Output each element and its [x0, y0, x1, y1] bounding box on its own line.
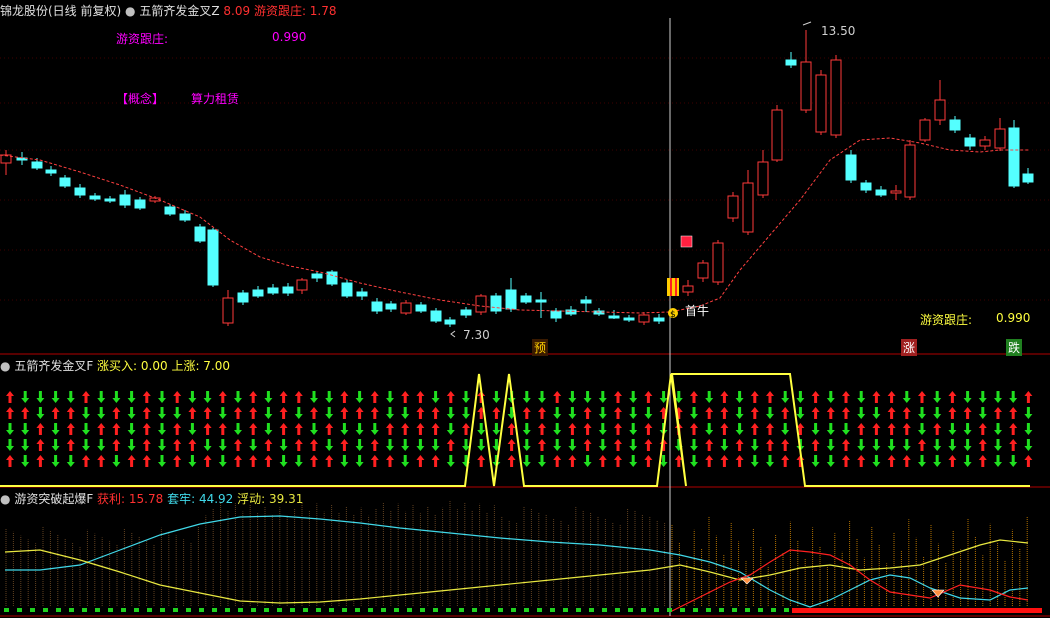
candle-body [282, 286, 294, 294]
candle-body [490, 295, 502, 312]
candle-body [785, 59, 797, 66]
candle-body [608, 315, 620, 319]
candle-body [430, 310, 442, 322]
candle-body [179, 213, 191, 221]
bottom-right-label: 游资跟庄: [920, 313, 973, 327]
candle-body [311, 273, 323, 279]
high-price-label: 13.50 [821, 24, 856, 38]
candle-body [164, 206, 176, 215]
candle-body [638, 314, 650, 323]
candle-body [520, 295, 532, 303]
candle-body [845, 154, 857, 181]
concept-value: 算力租赁 [191, 92, 240, 106]
candle-body [830, 59, 842, 136]
tag-yu: 预 [532, 339, 549, 356]
candle-body [771, 109, 783, 161]
collapse-icon[interactable]: ● [0, 492, 10, 506]
candle-body [904, 144, 916, 198]
candle-body [356, 291, 368, 297]
label-up: 上涨: 7.00 [171, 359, 231, 373]
panel2-title: 五箭齐发金叉F [14, 359, 94, 373]
candle-body [326, 271, 338, 285]
red-band [792, 608, 1042, 613]
stock-name: 锦龙股份(日线 前复权) [0, 4, 122, 18]
candle-body [505, 289, 517, 310]
concept-label: 【概念】 [116, 92, 165, 106]
candle-body [296, 279, 308, 291]
candle-body [682, 285, 694, 293]
candle-body [890, 190, 902, 194]
candle-body [580, 299, 592, 304]
collapse-icon[interactable]: ● [125, 4, 135, 18]
bottom-right-value: 0.990 [996, 311, 1031, 325]
candle-body [371, 301, 383, 312]
low-price-label: 7.30 [463, 328, 490, 342]
trap-label: 套牢: 44.92 [167, 492, 234, 506]
candle-body [104, 198, 116, 202]
first-board-label: 首牛 [685, 304, 710, 318]
candle-body [815, 74, 827, 133]
candle-body [222, 297, 234, 324]
tag-zhang: 涨 [901, 339, 918, 356]
tag-die: 跌 [1006, 339, 1023, 356]
striped-bar-marker [667, 278, 679, 296]
panel3-title: 游资突破起爆F [14, 492, 94, 506]
candle-body [45, 169, 57, 174]
indicator-name: 五箭齐发金叉Z [139, 4, 220, 18]
candle-body [919, 119, 931, 141]
candle-body [565, 309, 577, 315]
label-buy: 涨买入: 0.00 [97, 359, 168, 373]
red-square-marker [680, 235, 693, 248]
candle-body [742, 182, 754, 233]
candle-body [89, 195, 101, 200]
candle-body [979, 139, 991, 147]
candle-body [237, 292, 249, 303]
candle-body [385, 303, 397, 310]
candle-body [550, 310, 562, 319]
value2: 游资跟庄: 1.78 [253, 4, 337, 18]
value1: 8.09 [223, 4, 251, 18]
candle-body [400, 302, 412, 314]
candle-body [475, 295, 487, 313]
candle-body [444, 319, 456, 325]
youzi-label: 游资跟庄: [116, 32, 169, 46]
candle-body [194, 226, 206, 242]
float-label: 浮动: 39.31 [237, 492, 304, 506]
candle-body [697, 262, 709, 279]
profit-label: 获利: 15.78 [97, 492, 164, 506]
collapse-icon[interactable]: ● [0, 359, 10, 373]
candle-body [1022, 173, 1034, 183]
candle-body [535, 299, 547, 303]
candle-body [207, 229, 219, 286]
candle-body [134, 199, 146, 209]
candle-body [800, 61, 812, 111]
candle-body [727, 195, 739, 219]
candle-body [252, 289, 264, 297]
candle-body [860, 182, 872, 191]
candle-body [341, 282, 353, 297]
youzi-value: 0.990 [272, 30, 307, 44]
candle-body [934, 99, 946, 121]
candle-body [74, 187, 86, 196]
candle-body [623, 317, 635, 321]
candle-body [267, 287, 279, 294]
candle-body [875, 189, 887, 196]
candle-body [119, 194, 131, 206]
candle-body [757, 161, 769, 196]
candle-body [59, 177, 71, 187]
candle-body [415, 304, 427, 312]
candle-body [653, 317, 665, 322]
candle-body [964, 137, 976, 147]
candle-body [949, 119, 961, 131]
candle-body [712, 242, 724, 283]
candle-body [460, 309, 472, 316]
candle-body [994, 128, 1006, 149]
svg-text:$: $ [670, 310, 676, 320]
candle-body [31, 161, 43, 169]
candle-body [1008, 127, 1020, 187]
